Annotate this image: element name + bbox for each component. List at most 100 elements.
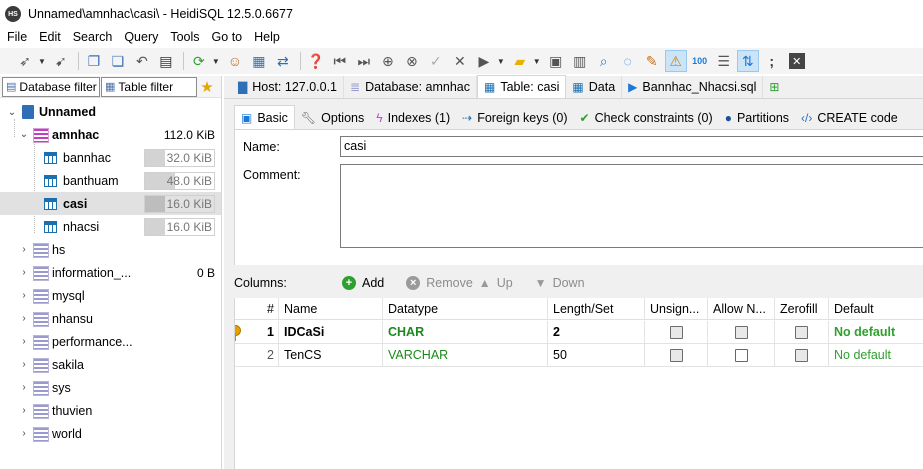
clean-icon[interactable]: ✎ xyxy=(641,50,663,72)
length-cell[interactable]: 50 xyxy=(548,344,645,367)
warning-icon[interactable]: ⚠ xyxy=(664,50,687,72)
allow-null-checkbox[interactable] xyxy=(734,348,748,362)
header-num[interactable]: # xyxy=(235,298,279,320)
wrap-icon[interactable]: ☰ xyxy=(713,50,735,72)
tab-options[interactable]: 🔧︎ Options xyxy=(294,107,371,129)
menu-search[interactable]: Search xyxy=(67,30,119,44)
tree-db-amnhac[interactable]: ⌄ amnhac 112.0 KiB xyxy=(0,123,221,146)
chevron-right-icon[interactable]: › xyxy=(18,267,30,278)
add-column-button[interactable]: + Add xyxy=(342,276,384,290)
chevron-down-icon[interactable]: ⌄ xyxy=(18,129,30,140)
tree-db[interactable]: › sys xyxy=(0,376,221,399)
run-icon[interactable]: ▶ xyxy=(473,50,495,72)
paste-icon[interactable]: ❏ xyxy=(107,50,129,72)
find-icon[interactable]: ⌕ xyxy=(593,50,615,72)
sync-icon[interactable]: ⇅ xyxy=(736,50,759,72)
copy-icon[interactable]: ❐ xyxy=(83,50,105,72)
chevron-right-icon[interactable]: › xyxy=(18,313,30,324)
header-unsigned[interactable]: Unsign... xyxy=(645,298,708,320)
help-icon[interactable]: ❓ xyxy=(305,50,327,72)
tree-db[interactable]: › thuvien xyxy=(0,399,221,422)
tab-data[interactable]: ▦ Data xyxy=(566,76,623,98)
database-filter-input[interactable]: ▤ Database filter xyxy=(2,76,100,97)
chevron-right-icon[interactable]: › xyxy=(18,290,30,301)
length-cell[interactable]: 2 xyxy=(548,321,645,344)
menu-tools[interactable]: Tools xyxy=(164,30,205,44)
tab-basic[interactable]: ▣ Basic xyxy=(234,105,295,129)
users-icon[interactable]: ☺ xyxy=(224,50,246,72)
menu-edit[interactable]: Edit xyxy=(33,30,67,44)
cancel-icon[interactable]: ✕ xyxy=(449,50,471,72)
tree-db[interactable]: › performance... xyxy=(0,330,221,353)
tab-indexes[interactable]: ϟ Indexes (1) xyxy=(370,107,457,129)
table-row[interactable]: 1 IDCaSi CHAR 2 No default xyxy=(235,321,923,344)
new-tab-button[interactable]: ⊞ xyxy=(763,76,790,98)
delete-icon[interactable]: ⊗ xyxy=(401,50,423,72)
tab-partitions[interactable]: ● Partitions xyxy=(718,107,796,129)
refresh-icon[interactable]: ⟳ xyxy=(188,50,210,72)
tree-table[interactable]: banthuam 48.0 KiB xyxy=(0,169,221,192)
post-icon[interactable]: ✓ xyxy=(425,50,447,72)
tab-host[interactable]: ▇ Host: 127.0.0.1 xyxy=(232,76,345,98)
tab-foreign-keys[interactable]: ⇢ Foreign keys (0) xyxy=(456,107,574,129)
header-name[interactable]: Name xyxy=(279,298,383,320)
replace-icon[interactable]: ◌ xyxy=(617,50,639,72)
menu-query[interactable]: Query xyxy=(118,30,164,44)
export-icon[interactable]: ▦ xyxy=(248,50,270,72)
chevron-right-icon[interactable]: › xyxy=(18,244,30,255)
allow-null-checkbox[interactable] xyxy=(734,325,748,339)
move-down-button[interactable]: ▼ Down xyxy=(535,276,585,290)
close-icon[interactable]: ✕ xyxy=(788,53,805,69)
first-icon[interactable]: ⏮ xyxy=(329,50,351,72)
datatype-cell[interactable]: CHAR xyxy=(383,321,548,344)
header-length[interactable]: Length/Set xyxy=(548,298,645,320)
tab-database[interactable]: ≣ Database: amnhac xyxy=(344,76,478,98)
menu-file[interactable]: File xyxy=(0,30,33,44)
table-row[interactable]: 2 TenCS VARCHAR 50 No default xyxy=(235,344,923,367)
chevron-right-icon[interactable]: › xyxy=(18,428,30,439)
tab-create-code[interactable]: ‹/› CREATE code xyxy=(795,107,923,129)
default-cell[interactable]: No default xyxy=(829,344,923,367)
semicolon-icon[interactable]: ; xyxy=(761,50,783,72)
comment-textarea[interactable] xyxy=(340,164,923,248)
menu-help[interactable]: Help xyxy=(248,30,286,44)
column-name-cell[interactable]: IDCaSi xyxy=(279,321,383,344)
undo-icon[interactable]: ↶ xyxy=(131,50,153,72)
open-folder-icon[interactable]: ▰ xyxy=(509,50,531,72)
table-name-input[interactable]: casi xyxy=(340,136,923,157)
remove-column-button[interactable]: × Remove xyxy=(406,276,473,290)
add-icon[interactable]: ⊕ xyxy=(377,50,399,72)
tree-root[interactable]: ⌄ Unnamed xyxy=(0,101,221,123)
header-datatype[interactable]: Datatype xyxy=(383,298,548,320)
favorites-star-icon[interactable]: ★ xyxy=(197,78,217,96)
tree-table-selected[interactable]: casi 16.0 KiB xyxy=(0,192,221,215)
column-name-cell[interactable]: TenCS xyxy=(279,344,383,367)
header-allow-null[interactable]: Allow N... xyxy=(708,298,775,320)
tree-db[interactable]: › sakila xyxy=(0,353,221,376)
print-icon[interactable]: ▤ xyxy=(155,50,177,72)
tree-db[interactable]: › hs xyxy=(0,238,221,261)
datatype-cell[interactable]: VARCHAR xyxy=(383,344,548,367)
save-icon[interactable]: ▣ xyxy=(545,50,567,72)
move-up-button[interactable]: ▲ Up xyxy=(479,276,513,290)
unsigned-checkbox[interactable] xyxy=(669,325,683,339)
last-icon[interactable]: ⏭ xyxy=(353,50,375,72)
tab-check-constraints[interactable]: ✔ Check constraints (0) xyxy=(573,107,719,129)
tree-table[interactable]: bannhac 32.0 KiB xyxy=(0,146,221,169)
chevron-right-icon[interactable]: › xyxy=(18,336,30,347)
zerofill-checkbox[interactable] xyxy=(795,348,808,362)
unsigned-checkbox[interactable] xyxy=(669,348,683,362)
binary-icon[interactable]: 100 xyxy=(689,50,711,72)
tree-db[interactable]: › world xyxy=(0,422,221,445)
tree-db[interactable]: › mysql xyxy=(0,284,221,307)
chevron-right-icon[interactable]: › xyxy=(18,405,30,416)
transfer-icon[interactable]: ⇄ xyxy=(272,50,294,72)
chevron-right-icon[interactable]: › xyxy=(18,359,30,370)
default-cell[interactable]: No default xyxy=(829,321,923,344)
save-as-icon[interactable]: ▥ xyxy=(569,50,591,72)
menu-goto[interactable]: Go to xyxy=(206,30,249,44)
tree-db[interactable]: › nhansu xyxy=(0,307,221,330)
chevron-right-icon[interactable]: › xyxy=(18,382,30,393)
header-default[interactable]: Default xyxy=(829,298,923,320)
connect-icon[interactable]: ➶ xyxy=(14,50,36,72)
